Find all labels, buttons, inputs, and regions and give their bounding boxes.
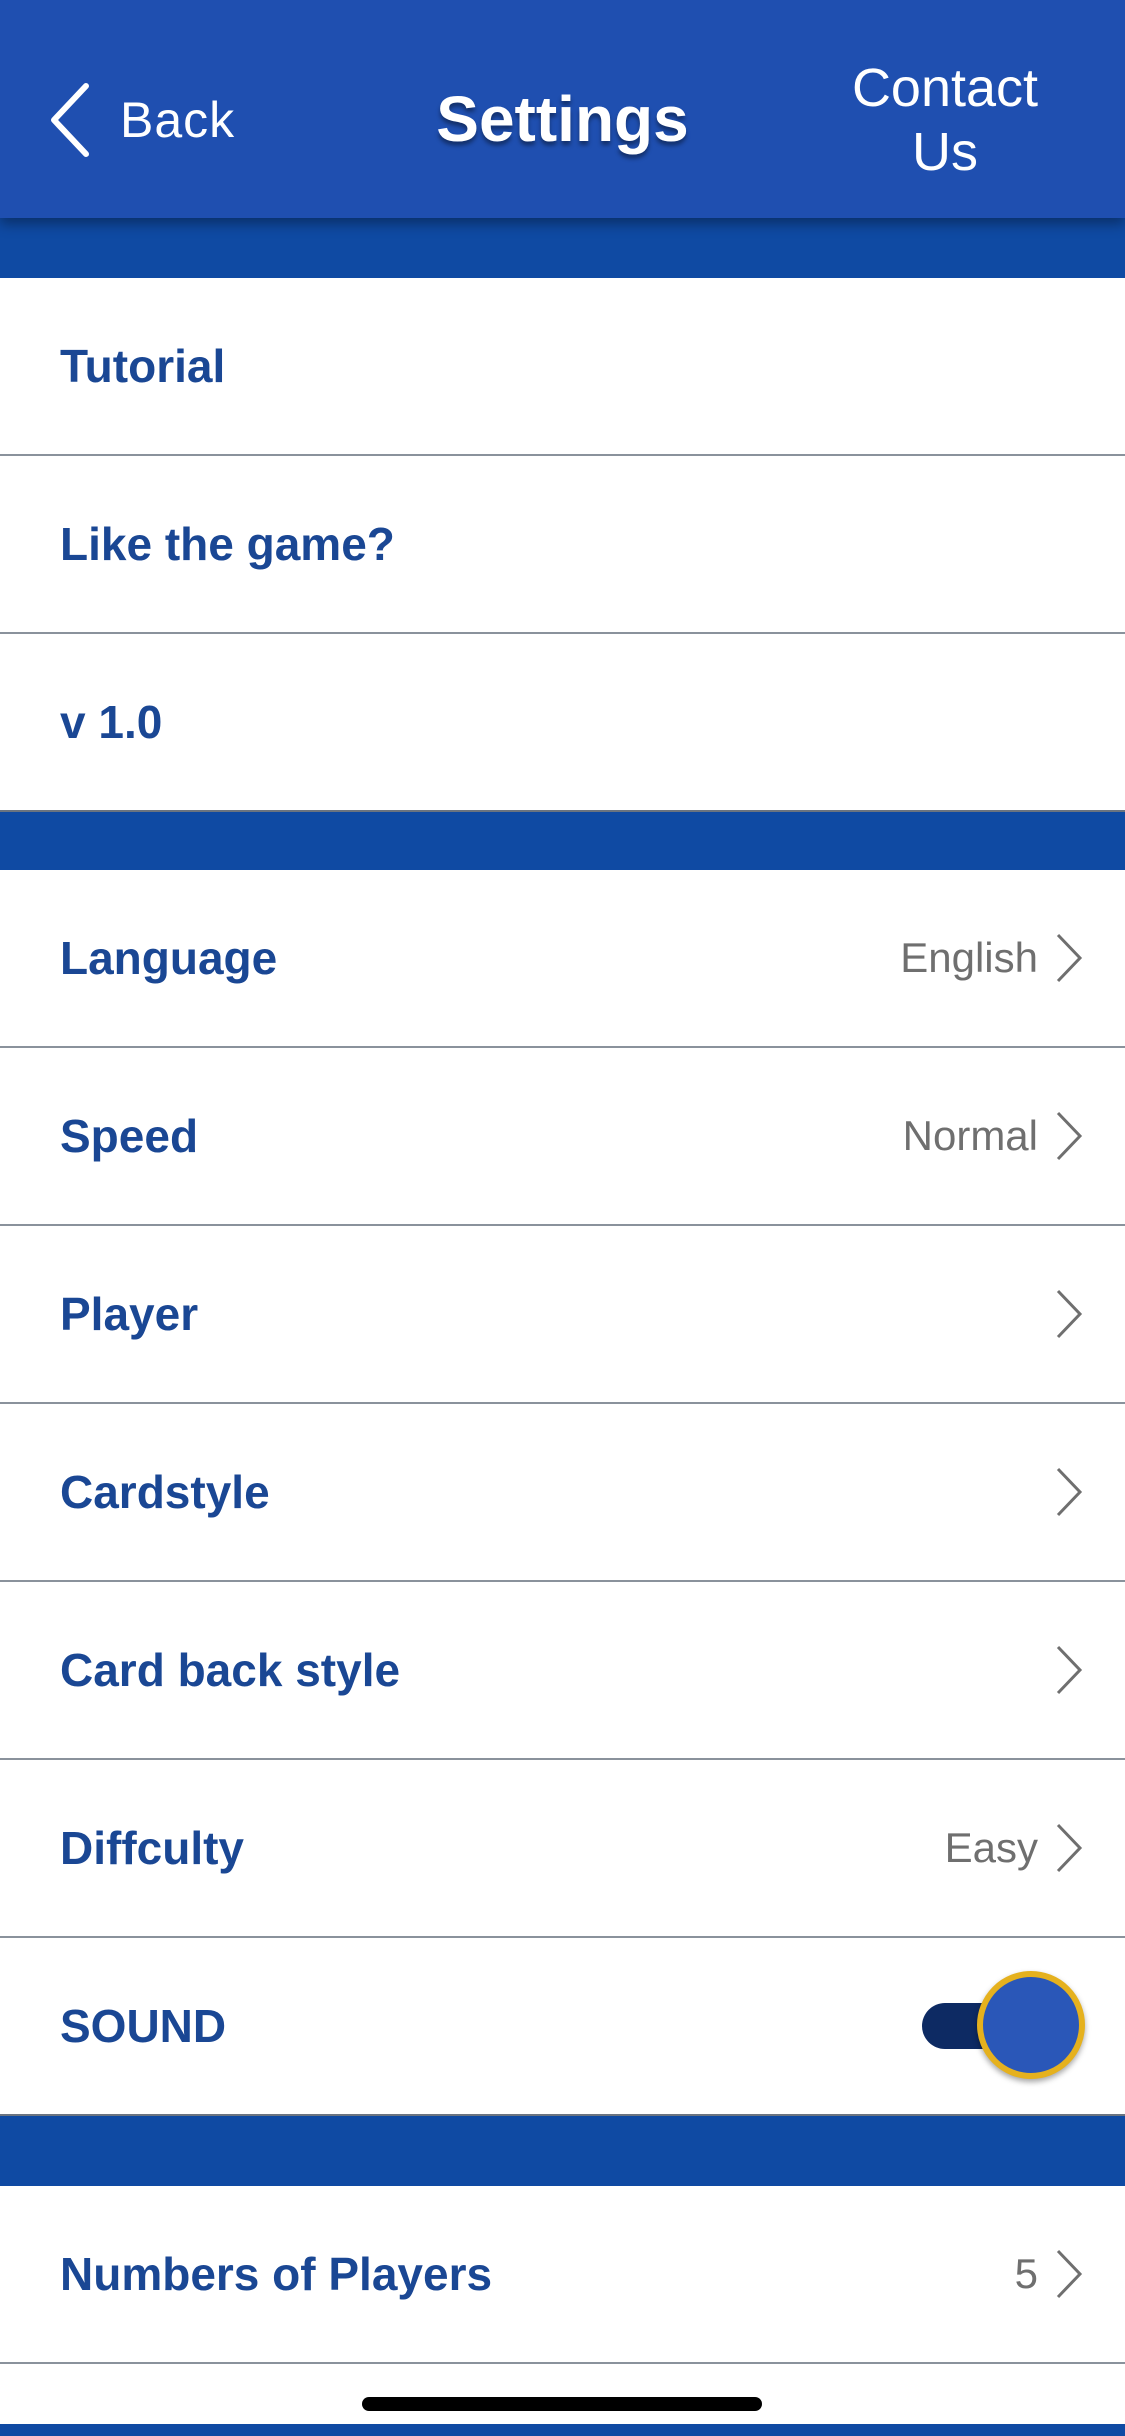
settings-group-info: Tutorial Like the game? v 1.0 [0,278,1125,812]
row-value: English [900,934,1038,981]
row-cardstyle[interactable]: Cardstyle [0,1404,1125,1582]
row-language[interactable]: Language English [0,870,1125,1048]
row-value: 5 [1014,2250,1038,2297]
row-label: Diffculty [60,1822,244,1874]
settings-group-players: Numbers of Players 5 [0,2186,1125,2424]
row-label: v 1.0 [60,696,163,748]
row-version: v 1.0 [0,634,1125,812]
row-numbers-of-players[interactable]: Numbers of Players 5 [0,2186,1125,2364]
row-like-the-game[interactable]: Like the game? [0,456,1125,634]
chevron-right-icon [1056,1289,1083,1339]
contact-us-button[interactable]: Contact Us [820,56,1070,184]
row-label: Card back style [60,1644,401,1696]
back-label: Back [120,92,236,148]
row-card-back-style[interactable]: Card back style [0,1582,1125,1760]
row-label: Numbers of Players [60,2248,493,2300]
row-value: Normal [902,1112,1038,1159]
row-label: Like the game? [60,518,395,570]
settings-group-game: Language English Speed Normal Player Car… [0,870,1125,2116]
row-player[interactable]: Player [0,1226,1125,1404]
chevron-right-icon [1056,1823,1083,1873]
home-indicator[interactable] [362,2397,762,2411]
chevron-right-icon [1056,1467,1083,1517]
row-sound: SOUND [0,1938,1125,2116]
row-label: Language [60,932,278,984]
contact-label-line2: Us [912,122,978,182]
row-label: Speed [60,1110,199,1162]
row-label: Player [60,1288,199,1340]
toggle-knob [977,1971,1085,2079]
row-difficulty[interactable]: Diffculty Easy [0,1760,1125,1938]
row-speed[interactable]: Speed Normal [0,1048,1125,1226]
row-value: Easy [944,1824,1038,1871]
list-continuation [0,2364,1125,2424]
chevron-right-icon [1056,933,1083,983]
row-label: Tutorial [60,340,226,392]
chevron-left-icon [51,83,89,157]
row-label: SOUND [60,2000,227,2052]
chevron-right-icon [1056,2249,1083,2299]
row-label: Cardstyle [60,1466,270,1518]
contact-label-line1: Contact [851,58,1039,118]
sound-toggle[interactable] [922,1971,1085,2081]
navigation-bar: Back Settings Contact Us [0,0,1125,218]
chevron-right-icon [1056,1111,1083,1161]
back-button[interactable]: Back [46,80,235,160]
row-tutorial[interactable]: Tutorial [0,278,1125,456]
chevron-right-icon [1056,1645,1083,1695]
